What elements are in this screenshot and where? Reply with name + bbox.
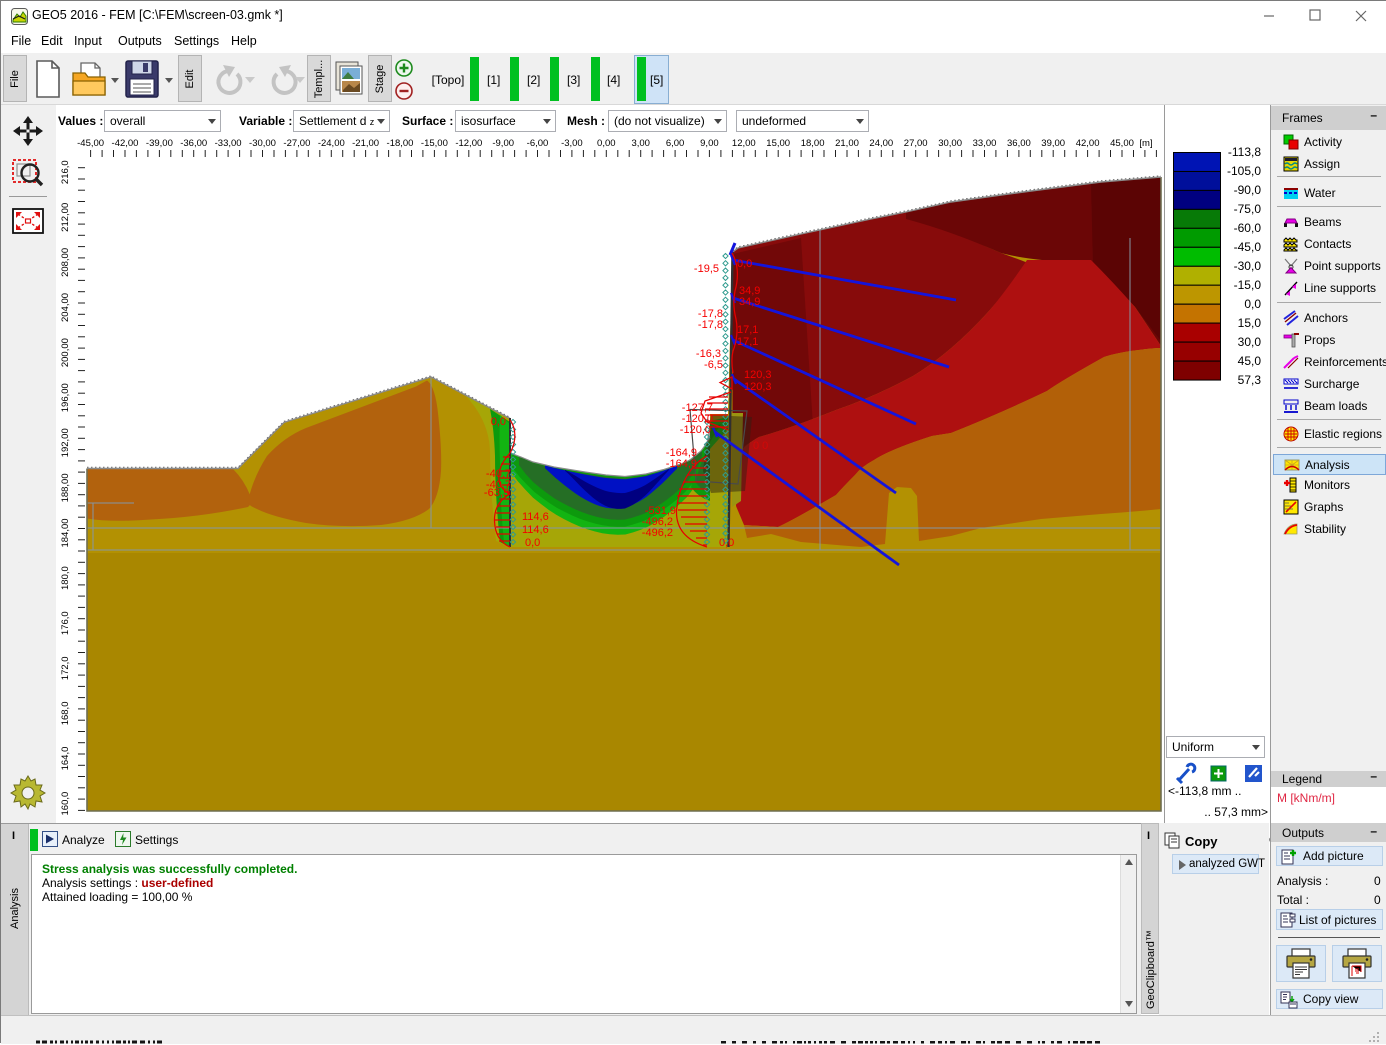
svg-text:9,00: 9,00 <box>700 138 719 149</box>
svg-text:184,00: 184,00 <box>60 518 71 547</box>
svg-text:-17,8: -17,8 <box>698 319 723 331</box>
svg-text:-15,00: -15,00 <box>421 138 448 149</box>
svg-text:-19,5: -19,5 <box>694 263 719 275</box>
svg-text:27,00: 27,00 <box>904 138 928 149</box>
svg-text:12,00: 12,00 <box>732 138 756 149</box>
svg-text:216,0: 216,0 <box>60 160 71 184</box>
svg-text:36,00: 36,00 <box>1007 138 1031 149</box>
svg-text:-42,00: -42,00 <box>112 138 139 149</box>
svg-text:-27,00: -27,00 <box>283 138 310 149</box>
svg-text:17,1: 17,1 <box>737 336 758 348</box>
svg-text:6,00: 6,00 <box>666 138 685 149</box>
svg-text:-30,00: -30,00 <box>249 138 276 149</box>
svg-text:0 0: 0 0 <box>753 440 768 452</box>
svg-text:-9,00: -9,00 <box>492 138 514 149</box>
svg-text:200,00: 200,00 <box>60 338 71 367</box>
svg-text:196,00: 196,00 <box>60 383 71 412</box>
svg-text:0,0: 0,0 <box>737 258 752 270</box>
svg-text:34,9: 34,9 <box>739 296 760 308</box>
svg-text:39,00: 39,00 <box>1041 138 1065 149</box>
svg-text:0,00: 0,00 <box>597 138 616 149</box>
svg-text:-63,3: -63,3 <box>484 487 509 499</box>
svg-text:120,3: 120,3 <box>744 381 772 393</box>
svg-text:18,00: 18,00 <box>801 138 825 149</box>
svg-text:188,00: 188,00 <box>60 473 71 502</box>
svg-text:204,00: 204,00 <box>60 293 71 322</box>
svg-text:120,3: 120,3 <box>744 369 772 381</box>
svg-text:3,00: 3,00 <box>631 138 650 149</box>
svg-text:-6,00: -6,00 <box>527 138 549 149</box>
svg-text:24,00: 24,00 <box>869 138 893 149</box>
svg-text:192,00: 192,00 <box>60 428 71 457</box>
svg-text:-6,5: -6,5 <box>704 359 723 371</box>
svg-text:212,00: 212,00 <box>60 203 71 232</box>
svg-text:-3,00: -3,00 <box>561 138 583 149</box>
svg-text:-164,9: -164,9 <box>666 458 697 470</box>
svg-text:21,00: 21,00 <box>835 138 859 149</box>
svg-text:160,0: 160,0 <box>60 792 71 816</box>
svg-text:0,0: 0,0 <box>491 416 506 428</box>
svg-text:-45,00: -45,00 <box>77 138 104 149</box>
svg-text:114,6: 114,6 <box>522 524 549 536</box>
svg-text:-33,00: -33,00 <box>215 138 242 149</box>
svg-text:30,00: 30,00 <box>938 138 962 149</box>
svg-text:-496,2: -496,2 <box>642 527 673 539</box>
svg-text:-36,00: -36,00 <box>180 138 207 149</box>
svg-text:17,1: 17,1 <box>737 324 758 336</box>
svg-text:168,0: 168,0 <box>60 702 71 726</box>
svg-text:0,0: 0,0 <box>525 537 540 549</box>
svg-text:-39,00: -39,00 <box>146 138 173 149</box>
svg-text:[m]: [m] <box>1139 138 1152 149</box>
svg-text:15,00: 15,00 <box>766 138 790 149</box>
svg-text:33,00: 33,00 <box>973 138 997 149</box>
svg-text:176,0: 176,0 <box>60 611 71 635</box>
svg-text:-12,00: -12,00 <box>455 138 482 149</box>
svg-text:114,6: 114,6 <box>522 511 549 523</box>
svg-text:208,00: 208,00 <box>60 248 71 277</box>
svg-text:45,00: 45,00 <box>1110 138 1134 149</box>
svg-text:42,00: 42,00 <box>1076 138 1100 149</box>
svg-text:-21,00: -21,00 <box>352 138 379 149</box>
svg-text:0,0: 0,0 <box>719 537 734 549</box>
svg-text:-120,0: -120,0 <box>680 424 711 436</box>
svg-text:-24,00: -24,00 <box>318 138 345 149</box>
svg-text:180,0: 180,0 <box>60 566 71 590</box>
svg-text:164,0: 164,0 <box>60 747 71 771</box>
svg-text:-18,00: -18,00 <box>387 138 414 149</box>
svg-text:172,0: 172,0 <box>60 656 71 680</box>
